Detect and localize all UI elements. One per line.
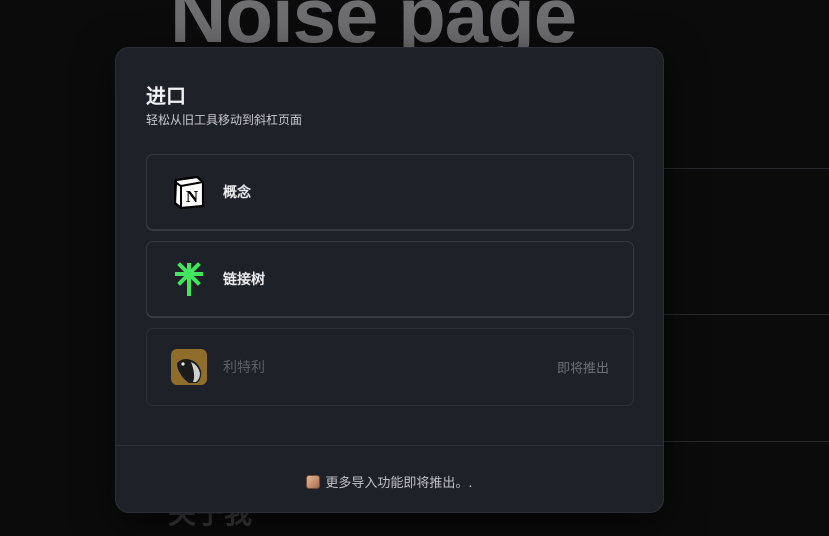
import-option-label: 链接树 xyxy=(223,272,265,288)
import-option-label: 利特利 xyxy=(223,360,265,376)
footer-text: 更多导入功能即将推出。. xyxy=(325,476,473,491)
import-option-label: 概念 xyxy=(223,185,251,201)
coming-soon-badge: 即将推出 xyxy=(556,361,609,377)
littlelink-icon xyxy=(171,349,207,385)
background-divider xyxy=(660,168,829,169)
modal-footer-divider xyxy=(116,445,663,446)
notion-icon: N xyxy=(171,174,207,210)
import-option-notion[interactable]: N 概念 xyxy=(146,154,634,230)
linktree-icon xyxy=(171,261,207,297)
modal-title: 进口 xyxy=(146,84,186,108)
import-option-linktree[interactable]: 链接树 xyxy=(146,241,634,317)
background-divider xyxy=(660,441,829,442)
import-modal: 进口 轻松从旧工具移动到斜杠页面 N 概念 链接树 利特利 即将推出 更多导入功… xyxy=(115,47,664,513)
modal-footer: 更多导入功能即将推出。. xyxy=(116,472,663,491)
package-icon xyxy=(306,475,321,489)
svg-text:N: N xyxy=(186,187,199,206)
modal-subtitle: 轻松从旧工具移动到斜杠页面 xyxy=(146,113,303,127)
background-divider xyxy=(660,314,829,315)
import-option-littlelink: 利特利 即将推出 xyxy=(146,328,634,406)
